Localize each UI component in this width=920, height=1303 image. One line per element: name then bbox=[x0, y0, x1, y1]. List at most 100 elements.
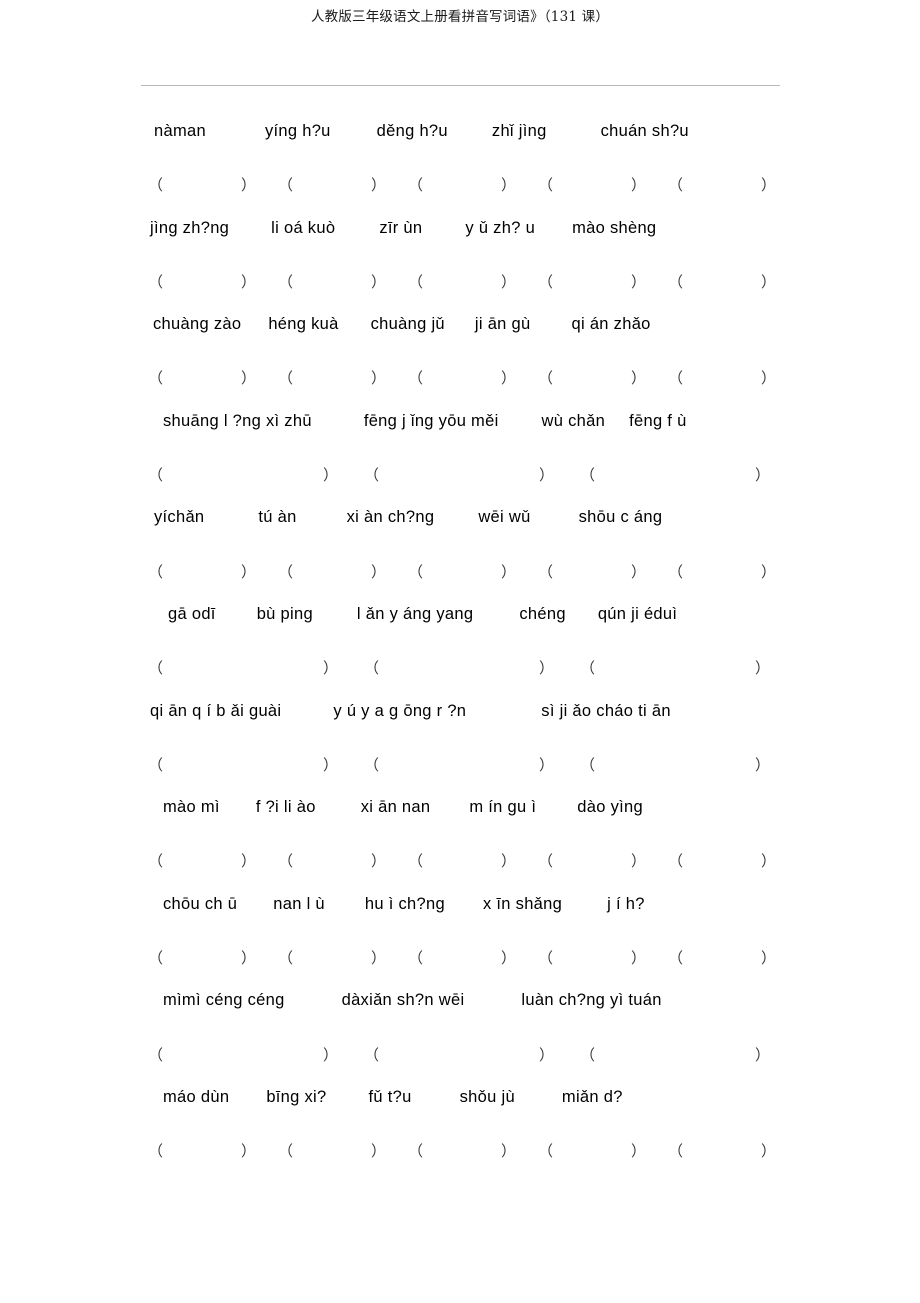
pinyin-item: shōu c áng bbox=[578, 508, 663, 527]
answer-row: （） （） （） （） （） bbox=[141, 168, 801, 216]
paren-close: ） bbox=[760, 853, 776, 871]
paren-open: （ bbox=[408, 563, 424, 581]
paren-open: （ bbox=[668, 1143, 684, 1161]
paren-open: （ bbox=[408, 370, 424, 388]
paren-open: （ bbox=[538, 273, 554, 291]
paren-open: （ bbox=[148, 853, 164, 871]
paren-close: ） bbox=[630, 1143, 646, 1161]
answer-blank[interactable]: （） bbox=[668, 174, 776, 195]
exercise-row: mào mì f ?i li ào xi ān nan m ín gu ì dà… bbox=[141, 796, 801, 844]
paren-close: ） bbox=[754, 660, 770, 678]
answer-blank[interactable]: （） bbox=[668, 561, 776, 582]
answer-blank[interactable]: （） bbox=[278, 367, 386, 388]
answer-blank[interactable]: （） bbox=[538, 850, 646, 871]
answer-blank[interactable]: （） bbox=[668, 1140, 776, 1161]
pinyin-item: děng h?u bbox=[376, 122, 448, 140]
answer-row: （） （） （） （） （） bbox=[141, 844, 801, 892]
answer-blank[interactable]: （） bbox=[538, 271, 646, 292]
answer-blank[interactable]: （） bbox=[148, 850, 256, 871]
answer-blank[interactable]: （） bbox=[148, 174, 256, 195]
answer-blank[interactable]: （） bbox=[538, 174, 646, 195]
paren-close: ） bbox=[760, 1143, 776, 1161]
answer-blank[interactable]: （） bbox=[668, 367, 776, 388]
answer-blank[interactable]: （） bbox=[668, 947, 776, 968]
answer-blank[interactable]: （） bbox=[668, 271, 776, 292]
answer-blank[interactable]: （） bbox=[538, 367, 646, 388]
answer-blank[interactable]: （） bbox=[408, 947, 516, 968]
pinyin-item: yíchǎn bbox=[154, 508, 205, 527]
answer-blank[interactable]: （） bbox=[148, 561, 256, 582]
answer-blank[interactable]: （） bbox=[408, 561, 516, 582]
paren-open: （ bbox=[538, 853, 554, 871]
pinyin-line: yíchǎn tú àn xi àn ch?ng wēi wǔ shōu c á… bbox=[141, 506, 801, 527]
paren-open: （ bbox=[408, 177, 424, 195]
pinyin-item: qún ji éduì bbox=[597, 604, 678, 623]
answer-row: （） （） （） bbox=[141, 651, 801, 699]
answer-blank[interactable]: （） bbox=[580, 464, 770, 485]
answer-blank[interactable]: （） bbox=[148, 271, 256, 292]
answer-blank[interactable]: （） bbox=[148, 947, 256, 968]
answer-blank[interactable]: （） bbox=[408, 850, 516, 871]
paren-close: ） bbox=[500, 273, 516, 291]
paren-close: ） bbox=[630, 950, 646, 968]
exercise-row: shuāng l ?ng xì zhū fēng j ǐng yōu měi w… bbox=[141, 410, 801, 458]
answer-blanks: （） （） （） （） （） bbox=[141, 1134, 801, 1161]
paren-open: （ bbox=[668, 853, 684, 871]
answer-blank[interactable]: （） bbox=[580, 754, 770, 775]
paren-open: （ bbox=[148, 1143, 164, 1161]
answer-blank[interactable]: （） bbox=[148, 657, 338, 678]
pinyin-line: gā odī bù ping l ǎn y áng yang chéng qún… bbox=[141, 603, 801, 624]
paren-open: （ bbox=[668, 273, 684, 291]
answer-blank[interactable]: （） bbox=[278, 271, 386, 292]
answer-blank[interactable]: （） bbox=[538, 561, 646, 582]
exercise-row: mìmì céng céng dàxiǎn sh?n wēi luàn ch?n… bbox=[141, 989, 801, 1037]
pinyin-line: chōu ch ū nan l ù hu ì ch?ng x īn shǎng … bbox=[141, 893, 801, 914]
pinyin-line: chuàng zào héng kuà chuàng jǔ ji ān gù q… bbox=[141, 313, 801, 334]
paren-close: ） bbox=[322, 1046, 338, 1064]
answer-blank[interactable]: （） bbox=[364, 657, 554, 678]
answer-blank[interactable]: （） bbox=[278, 174, 386, 195]
answer-blank[interactable]: （） bbox=[408, 367, 516, 388]
page-title: 人教版三年级语文上册看拼音写词语》（131 课） bbox=[310, 9, 610, 25]
answer-blank[interactable]: （） bbox=[148, 464, 338, 485]
answer-blank[interactable]: （） bbox=[364, 1044, 554, 1065]
answer-blank[interactable]: （） bbox=[364, 754, 554, 775]
pinyin-item: máo dùn bbox=[163, 1087, 230, 1106]
answer-row: （） （） （） （） （） bbox=[141, 555, 801, 603]
paren-close: ） bbox=[370, 370, 386, 388]
answer-blank[interactable]: （） bbox=[408, 1140, 516, 1161]
paren-close: ） bbox=[370, 950, 386, 968]
paren-open: （ bbox=[538, 370, 554, 388]
answer-blank[interactable]: （） bbox=[408, 271, 516, 292]
answer-blank[interactable]: （） bbox=[148, 367, 256, 388]
paren-close: ） bbox=[630, 273, 646, 291]
pinyin-item: zhǐ jìng bbox=[491, 122, 547, 140]
answer-blank[interactable]: （） bbox=[278, 850, 386, 871]
answer-blank[interactable]: （） bbox=[148, 754, 338, 775]
answer-blank[interactable]: （） bbox=[278, 947, 386, 968]
paren-close: ） bbox=[760, 273, 776, 291]
pinyin-item: miǎn d? bbox=[561, 1087, 623, 1106]
pinyin-item: dàxiǎn sh?n wēi bbox=[341, 991, 465, 1010]
pinyin-item: fēng f ù bbox=[629, 411, 687, 430]
paren-open: （ bbox=[668, 563, 684, 581]
answer-blank[interactable]: （） bbox=[668, 850, 776, 871]
paren-close: ） bbox=[538, 467, 554, 485]
exercise-row: chōu ch ū nan l ù hu ì ch?ng x īn shǎng … bbox=[141, 893, 801, 941]
answer-blank[interactable]: （） bbox=[408, 174, 516, 195]
answer-blank[interactable]: （） bbox=[538, 947, 646, 968]
answer-blank[interactable]: （） bbox=[148, 1140, 256, 1161]
pinyin-item: dào yìng bbox=[577, 798, 643, 817]
answer-row: （） （） （） （） （） bbox=[141, 361, 801, 409]
answer-blank[interactable]: （） bbox=[364, 464, 554, 485]
paren-open: （ bbox=[668, 370, 684, 388]
answer-blank[interactable]: （） bbox=[580, 1044, 770, 1065]
paren-open: （ bbox=[148, 467, 164, 485]
answer-blank[interactable]: （） bbox=[538, 1140, 646, 1161]
pinyin-item: wù chǎn bbox=[541, 411, 606, 430]
answer-blank[interactable]: （） bbox=[148, 1044, 338, 1065]
answer-blank[interactable]: （） bbox=[278, 1140, 386, 1161]
answer-blank[interactable]: （） bbox=[580, 657, 770, 678]
answer-blank[interactable]: （） bbox=[278, 561, 386, 582]
paren-open: （ bbox=[538, 1143, 554, 1161]
